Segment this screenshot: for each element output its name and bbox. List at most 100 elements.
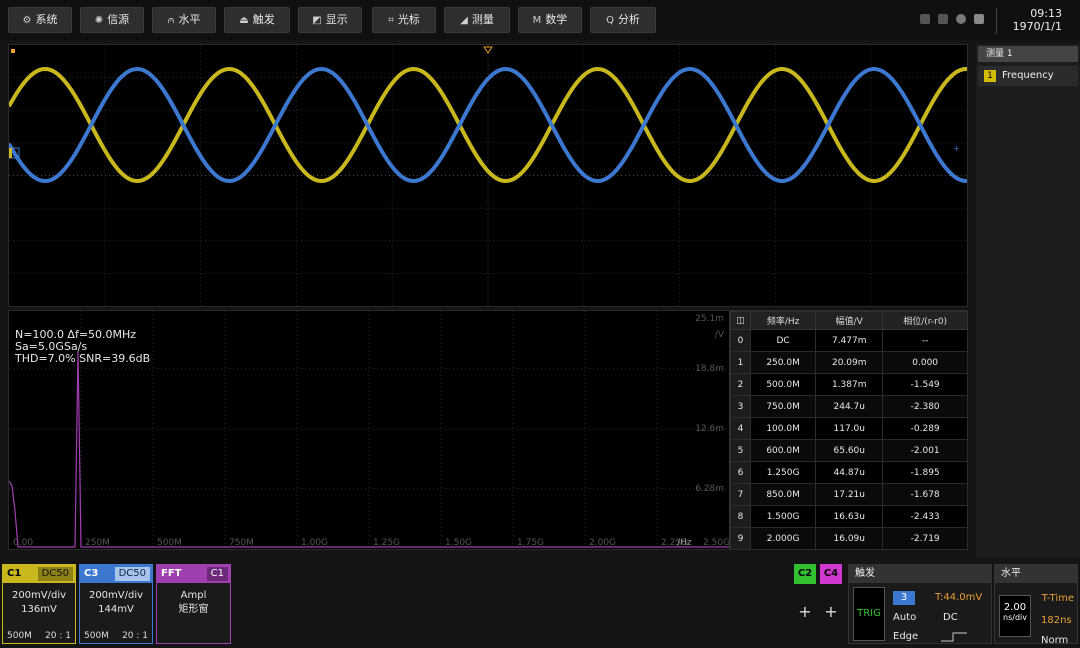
channel-c1-coupling: DC50 (37, 567, 73, 581)
channel-c1-offset: 136mV (21, 604, 57, 615)
channel-c3-footer: 500M 20 : 1 (84, 631, 148, 641)
measure-item-label: Frequency (1002, 70, 1054, 81)
settings-icon (956, 14, 966, 24)
trigger-source: 3 (893, 591, 915, 605)
channel-c2-add-button[interactable]: + (794, 602, 816, 621)
col-header-phase: 相位/(r-r0) (882, 311, 968, 330)
row-amplitude: 1.387m (815, 373, 884, 396)
display-icon: ◩ (312, 15, 322, 26)
channel-c2-tab[interactable]: C2 (794, 564, 816, 584)
fft-math-mode: Ampl (180, 590, 207, 601)
timebase-value: 2.00 (1003, 602, 1027, 613)
row-phase: 0.000 (882, 351, 968, 374)
table-row: 9 2.000G 16.09u -2.719 (730, 527, 968, 550)
channel-c1-panel[interactable]: C1 DC50 200mV/div 136mV 500M 20 : 1 (2, 564, 76, 644)
channel-c1-name: C1 (7, 568, 22, 579)
row-index: 9 (730, 527, 751, 550)
trigger-status: TRIG (857, 608, 881, 619)
toolbar-button-label: 显示 (325, 13, 348, 26)
trigger-type: Edge (893, 631, 919, 642)
channel-c3-bw: 500M (84, 631, 109, 641)
row-frequency: 100.0M (749, 417, 817, 440)
clock-date: 1970/1/1 (1012, 20, 1062, 33)
measure-title: 测量 1 (978, 46, 1078, 62)
cursor-icon: ⌗ (388, 15, 394, 26)
row-frequency: 600.0M (749, 439, 817, 462)
toolbar-button-display[interactable]: ◩ 显示 (298, 7, 362, 33)
toolbar-button-cursor[interactable]: ⌗ 光标 (372, 7, 436, 33)
row-amplitude: 16.09u (815, 527, 884, 550)
fft-math-name: FFT (161, 568, 182, 579)
table-row: 6 1.250G 44.87u -1.895 (730, 461, 968, 484)
table-row: 2 500.0M 1.387m -1.549 (730, 373, 968, 396)
col-header-amp: 幅值/V (815, 311, 884, 330)
table-row: 1 250.0M 20.09m 0.000 (730, 351, 968, 374)
toolbar-button-math[interactable]: M 数学 (518, 7, 582, 33)
trigger-origin-marker (11, 49, 15, 53)
toolbar-button-gear[interactable]: ⚙ 系统 (8, 7, 72, 33)
row-index: 2 (730, 373, 751, 396)
toolbar-button-label: 水平 (178, 13, 201, 26)
toolbar-button-horizontal[interactable]: ⩀ 水平 (152, 7, 216, 33)
fft-math-source: C1 (206, 567, 228, 581)
bottom-bar: C1 DC50 200mV/div 136mV 500M 20 : 1 C3 DC… (0, 558, 1080, 648)
channel-c1-probe: 20 : 1 (45, 631, 71, 641)
toolbar-button-label: 测量 (471, 13, 494, 26)
channel-c1-footer: 500M 20 : 1 (7, 631, 71, 641)
horizontal-panel[interactable]: 水平 2.00 ns/div T-Time 182ns Norm (994, 564, 1078, 646)
toolbar-button-label: 数学 (545, 13, 568, 26)
horizontal-delay: 182ns (1041, 615, 1072, 626)
trigger-title: 触发 (849, 565, 991, 583)
channel-c4-add-button[interactable]: + (820, 602, 842, 621)
fft-y-tick-label: /V (715, 330, 725, 340)
row-index: 1 (730, 351, 751, 374)
toolbar-button-measure[interactable]: ◢ 测量 (444, 7, 510, 33)
toolbar-button-search[interactable]: Q 分析 (590, 7, 656, 33)
toolbar-button-label: 系统 (35, 13, 58, 26)
row-phase: -2.001 (882, 439, 968, 462)
table-row: 0 DC 7.477m -- (730, 329, 968, 352)
row-frequency: 2.000G (749, 527, 817, 550)
row-phase: -- (882, 329, 968, 352)
horizontal-title: 水平 (995, 565, 1077, 583)
row-amplitude: 20.09m (815, 351, 884, 374)
trigger-panel[interactable]: 触发 TRIG 3 T:44.0mV Auto DC Edge (848, 564, 992, 644)
toolbar-button-source[interactable]: ✺ 信源 (80, 7, 144, 33)
row-phase: -2.380 (882, 395, 968, 418)
storage-icon (938, 14, 948, 24)
row-frequency: DC (749, 329, 817, 352)
fft-display[interactable]: 25.1m/V 18.8m 12.6m 6.28m 0.00 250M 500M 750M 1.… (8, 310, 968, 550)
row-index: 0 (730, 329, 751, 352)
channel-c3-offset: 144mV (98, 604, 134, 615)
row-phase: -1.895 (882, 461, 968, 484)
measure-item-number: 1 (984, 70, 996, 82)
table-row: 8 1.500G 16.63u -2.433 (730, 505, 968, 528)
row-frequency: 1.250G (749, 461, 817, 484)
table-row: 5 600.0M 65.60u -2.001 (730, 439, 968, 462)
toolbar-button-trigger[interactable]: ⏏ 触发 (224, 7, 290, 33)
clock-time: 09:13 (1030, 7, 1062, 20)
waveform-plot: + (7, 45, 967, 306)
channel-c3-panel[interactable]: C3 DC50 200mV/div 144mV 500M 20 : 1 (79, 564, 153, 644)
edge-rising-icon (941, 632, 967, 642)
toolbar-button-label: 触发 (252, 13, 275, 26)
channel-c3-name: C3 (84, 568, 99, 579)
timebase-unit: ns/div (1003, 613, 1027, 622)
table-corner-icon[interactable]: ◫ (730, 311, 751, 330)
table-row: 3 750.0M 244.7u -2.380 (730, 395, 968, 418)
measure-item-frequency[interactable]: 1 Frequency (978, 66, 1078, 86)
trigger-status-box: TRIG (853, 587, 885, 641)
row-index: 3 (730, 395, 751, 418)
channel-c4-tab[interactable]: C4 (820, 564, 842, 584)
fft-y-tick-label: 18.8m (695, 364, 724, 374)
toolbar-button-label: 分析 (617, 13, 640, 26)
row-index: 6 (730, 461, 751, 484)
row-phase: -1.549 (882, 373, 968, 396)
top-toolbar: ⚙ 系统 ✺ 信源 ⩀ 水平 ⏏ 触发 ◩ 显示 ⌗ 光标 ◢ 测量 M 数学 Q 分析 09:13 1970/1… (0, 0, 1080, 40)
toolbar-button-label: 信源 (107, 13, 130, 26)
row-phase: -2.719 (882, 527, 968, 550)
row-phase: -1.678 (882, 483, 968, 506)
waveform-display[interactable]: + (7, 44, 968, 307)
row-amplitude: 7.477m (815, 329, 884, 352)
fft-math-panel[interactable]: FFT C1 Ampl 矩形窗 (156, 564, 231, 644)
